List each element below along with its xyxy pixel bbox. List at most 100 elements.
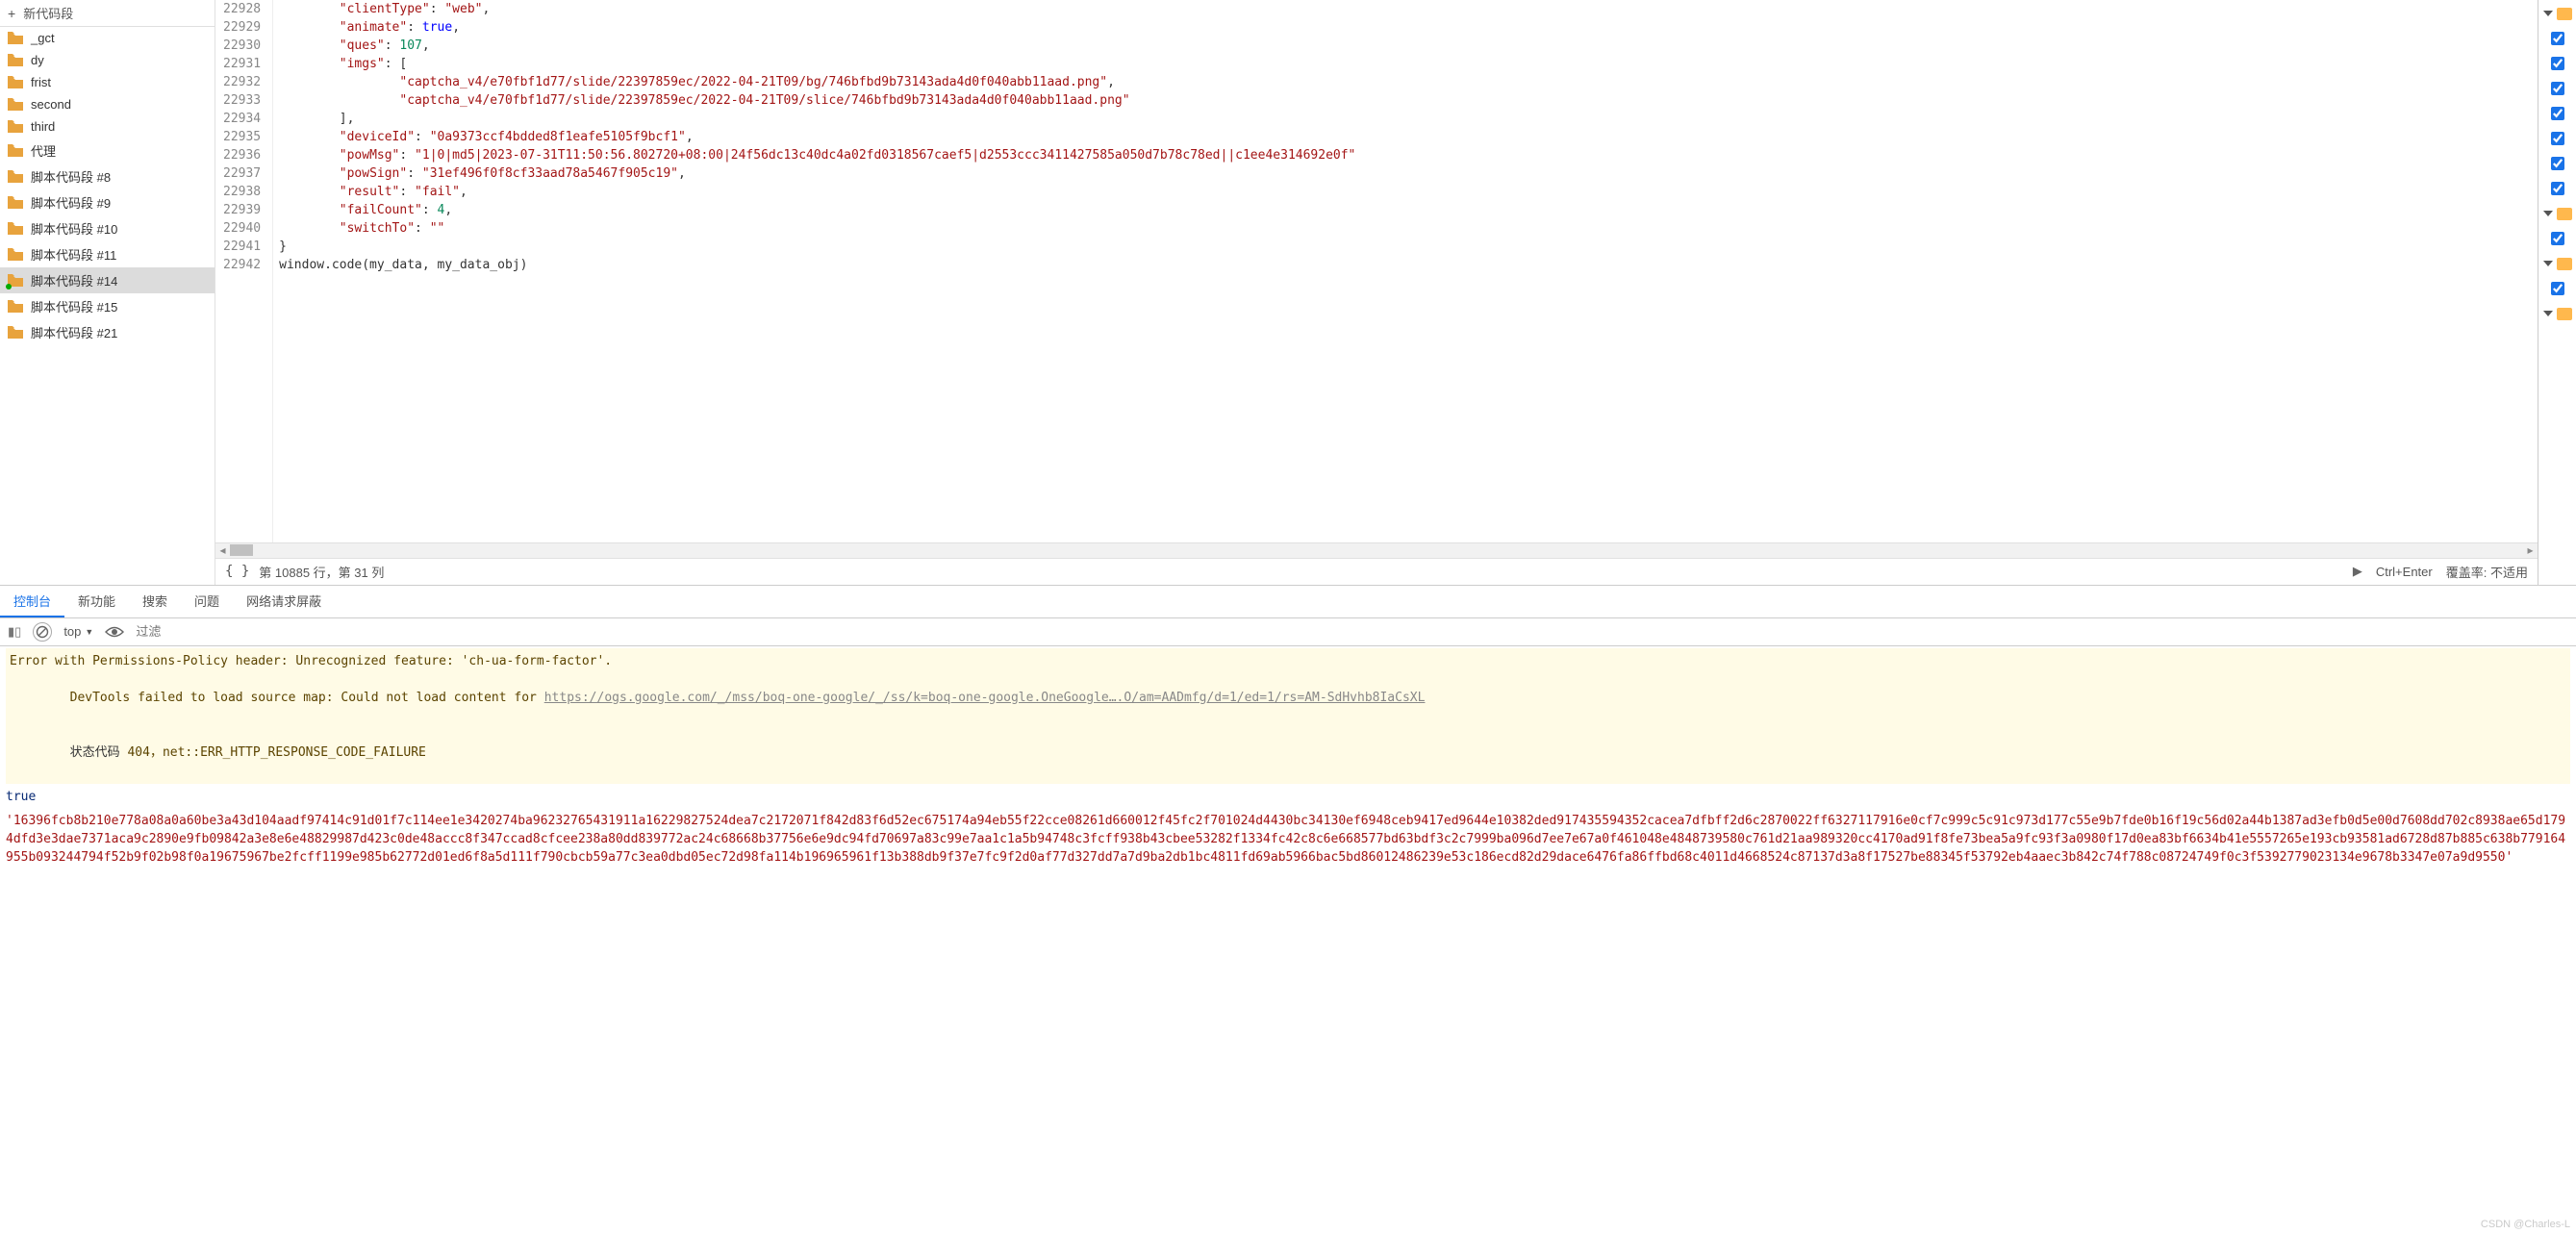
console-warning: Error with Permissions-Policy header: Un… [10, 652, 2566, 670]
snippet-file-icon [8, 98, 23, 112]
clear-console-button[interactable] [33, 622, 52, 642]
new-snippet-label: 新代码段 [23, 4, 73, 22]
sidebar-item-label: _gct [31, 31, 55, 45]
sidebar-item[interactable]: 脚本代码段 #10 [0, 215, 215, 241]
js-badge-icon [2557, 8, 2572, 20]
snippet-file-icon [8, 76, 23, 89]
new-snippet-button[interactable]: + 新代码段 [0, 0, 215, 27]
rail-checkbox-4[interactable] [2551, 107, 2564, 120]
snippet-file-icon [8, 274, 23, 288]
sidebar-item-label: 脚本代码段 #14 [31, 271, 117, 290]
snippet-file-icon [8, 222, 23, 236]
chevron-down-icon[interactable] [2543, 11, 2553, 16]
rail-checkbox-7[interactable] [2551, 182, 2564, 195]
sidebar-item[interactable]: second [0, 93, 215, 115]
chevron-down-icon[interactable] [2543, 211, 2553, 216]
snippets-sidebar: + 新代码段 _gctdy frist second third 代理脚本代码段 #8 脚… [0, 0, 215, 585]
cursor-position: 第 10885 行，第 31 列 [259, 563, 384, 581]
drawer-tab[interactable]: 问题 [181, 586, 233, 617]
sidebar-item[interactable]: frist [0, 71, 215, 93]
snippet-file-icon [8, 300, 23, 314]
console-warning: DevTools failed to load source map: Coul… [10, 670, 2566, 725]
sidebar-item[interactable]: 脚本代码段 #14 [0, 267, 215, 293]
chevron-down-icon[interactable] [2543, 261, 2553, 266]
sidebar-item[interactable]: 脚本代码段 #21 [0, 319, 215, 345]
drawer-tab[interactable]: 控制台 [0, 586, 64, 617]
snippet-list: _gctdy frist second third 代理脚本代码段 #8 脚本代码段 #9… [0, 27, 215, 585]
console-result: true [6, 788, 2570, 806]
rail-checkbox-6[interactable] [2551, 157, 2564, 170]
scroll-left-icon[interactable]: ◂ [215, 543, 230, 557]
horizontal-scrollbar[interactable]: ◂ ▸ [215, 542, 2538, 558]
snippet-file-icon [8, 326, 23, 340]
pretty-print-icon[interactable]: { } [225, 564, 249, 579]
sidebar-item[interactable]: _gct [0, 27, 215, 49]
coverage-label: 覆盖率: [2446, 566, 2488, 580]
watermark: CSDN @Charles-L [2481, 1219, 2570, 1230]
js-badge-icon [2557, 208, 2572, 220]
drawer-tab[interactable]: 搜索 [129, 586, 181, 617]
sidebar-item-label: frist [31, 75, 51, 89]
sidebar-item[interactable]: 脚本代码段 #15 [0, 293, 215, 319]
sidebar-item[interactable]: 脚本代码段 #11 [0, 241, 215, 267]
code-editor[interactable]: 2292822929229302293122932229332293422935… [215, 0, 2538, 542]
console-warning-detail: 状态代码 404，net::ERR_HTTP_RESPONSE_CODE_FAI… [10, 725, 2566, 780]
sidebar-item-label: 脚本代码段 #9 [31, 193, 111, 212]
snippet-file-icon [8, 170, 23, 184]
sidebar-item[interactable]: 脚本代码段 #9 [0, 189, 215, 215]
plus-icon: + [8, 6, 15, 21]
sidebar-item-label: 脚本代码段 #8 [31, 167, 111, 186]
js-badge-icon [2557, 308, 2572, 320]
code-area[interactable]: "clientType": "web", "animate": true, "q… [273, 0, 2538, 542]
chevron-down-icon[interactable] [2543, 311, 2553, 316]
context-value: top [63, 624, 81, 639]
snippet-file-icon [8, 120, 23, 134]
snippet-file-icon [8, 144, 23, 158]
console-result: '16396fcb8b210e778a08a0a60be3a43d104aadf… [6, 812, 2570, 867]
run-hint: Ctrl+Enter [2376, 565, 2433, 579]
context-selector[interactable]: top ▼ [63, 624, 93, 639]
editor-pane: 2292822929229302293122932229332293422935… [215, 0, 2538, 585]
rail-checkbox-9[interactable] [2551, 282, 2564, 295]
rail-checkbox-8[interactable] [2551, 232, 2564, 245]
sidebar-item-label: third [31, 119, 55, 134]
console-toolbar: ▮▯ top ▼ [0, 618, 2576, 646]
chevron-down-icon: ▼ [85, 627, 93, 637]
side-panel-icon[interactable]: ▮▯ [8, 624, 21, 640]
sidebar-item[interactable]: dy [0, 49, 215, 71]
rail-checkbox-3[interactable] [2551, 82, 2564, 95]
sidebar-item[interactable]: 脚本代码段 #8 [0, 164, 215, 189]
sidebar-item-label: 脚本代码段 #21 [31, 323, 117, 341]
snippet-file-icon [8, 32, 23, 45]
sidebar-item[interactable]: third [0, 115, 215, 138]
scroll-thumb[interactable] [230, 544, 253, 556]
rail-checkbox-5[interactable] [2551, 132, 2564, 145]
right-rail [2538, 0, 2576, 585]
filter-input[interactable] [136, 624, 2568, 639]
editor-status-bar: { } 第 10885 行，第 31 列 ▶ Ctrl+Enter 覆盖率: 不… [215, 558, 2538, 585]
sidebar-item-label: 脚本代码段 #15 [31, 297, 117, 315]
snippet-file-icon [8, 54, 23, 67]
sidebar-item-label: 代理 [31, 141, 56, 160]
snippet-file-icon [8, 196, 23, 210]
js-badge-icon [2557, 258, 2572, 270]
sidebar-item-label: 脚本代码段 #10 [31, 219, 117, 238]
console-drawer-tabs: 控制台新功能搜索问题网络请求屏蔽 [0, 586, 2576, 618]
play-icon[interactable]: ▶ [2353, 564, 2362, 579]
coverage-value: 不适用 [2490, 566, 2528, 580]
drawer-tab[interactable]: 网络请求屏蔽 [233, 586, 335, 617]
sidebar-item-label: dy [31, 53, 44, 67]
scroll-right-icon[interactable]: ▸ [2523, 543, 2538, 557]
rail-checkbox-2[interactable] [2551, 57, 2564, 70]
sidebar-item-label: second [31, 97, 71, 112]
drawer-tab[interactable]: 新功能 [64, 586, 129, 617]
source-map-link[interactable]: https://ogs.google.com/_/mss/boq-one-goo… [544, 691, 1426, 705]
line-gutter: 2292822929229302293122932229332293422935… [215, 0, 273, 542]
live-expression-button[interactable] [105, 625, 124, 639]
console-output[interactable]: Error with Permissions-Policy header: Un… [0, 646, 2576, 1234]
snippet-file-icon [8, 248, 23, 262]
scroll-track[interactable] [230, 544, 2523, 556]
sidebar-item-label: 脚本代码段 #11 [31, 245, 116, 264]
rail-checkbox-1[interactable] [2551, 32, 2564, 45]
sidebar-item[interactable]: 代理 [0, 138, 215, 164]
